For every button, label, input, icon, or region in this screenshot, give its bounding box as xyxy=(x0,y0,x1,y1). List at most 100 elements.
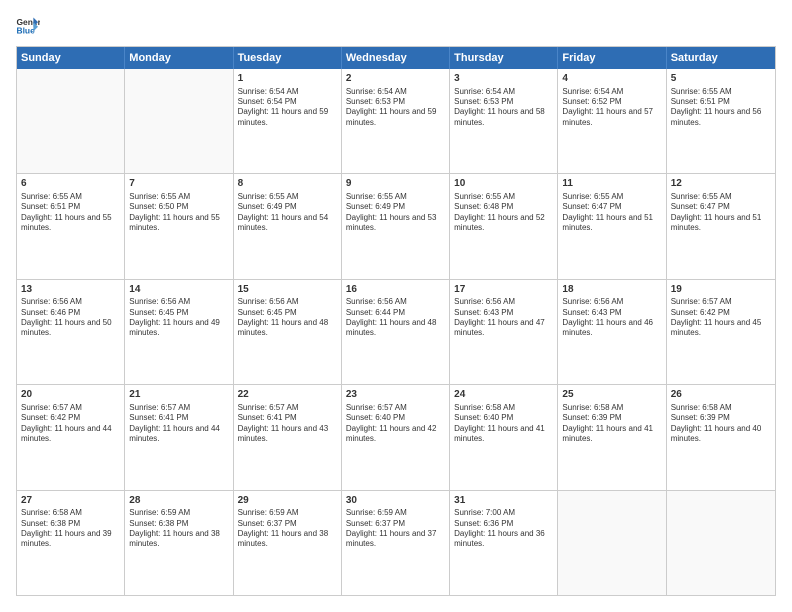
day-number: 29 xyxy=(238,494,337,508)
cell-details: Sunrise: 6:55 AM Sunset: 6:51 PM Dayligh… xyxy=(671,87,771,129)
calendar-header-cell: Saturday xyxy=(667,47,775,69)
day-number: 13 xyxy=(21,283,120,297)
calendar-cell: 16Sunrise: 6:56 AM Sunset: 6:44 PM Dayli… xyxy=(342,280,450,384)
day-number: 25 xyxy=(562,388,661,402)
calendar-cell: 8Sunrise: 6:55 AM Sunset: 6:49 PM Daylig… xyxy=(234,174,342,278)
day-number: 20 xyxy=(21,388,120,402)
calendar-cell: 7Sunrise: 6:55 AM Sunset: 6:50 PM Daylig… xyxy=(125,174,233,278)
calendar-cell: 22Sunrise: 6:57 AM Sunset: 6:41 PM Dayli… xyxy=(234,385,342,489)
calendar-header-cell: Wednesday xyxy=(342,47,450,69)
cell-details: Sunrise: 6:56 AM Sunset: 6:43 PM Dayligh… xyxy=(454,297,553,339)
day-number: 11 xyxy=(562,177,661,191)
logo-icon: General Blue xyxy=(16,16,40,36)
cell-details: Sunrise: 6:57 AM Sunset: 6:41 PM Dayligh… xyxy=(238,403,337,445)
calendar-cell: 29Sunrise: 6:59 AM Sunset: 6:37 PM Dayli… xyxy=(234,491,342,595)
calendar-cell: 17Sunrise: 6:56 AM Sunset: 6:43 PM Dayli… xyxy=(450,280,558,384)
calendar-row: 6Sunrise: 6:55 AM Sunset: 6:51 PM Daylig… xyxy=(17,174,775,279)
calendar-header-cell: Monday xyxy=(125,47,233,69)
day-number: 15 xyxy=(238,283,337,297)
calendar-cell: 30Sunrise: 6:59 AM Sunset: 6:37 PM Dayli… xyxy=(342,491,450,595)
cell-details: Sunrise: 7:00 AM Sunset: 6:36 PM Dayligh… xyxy=(454,508,553,550)
cell-details: Sunrise: 6:57 AM Sunset: 6:40 PM Dayligh… xyxy=(346,403,445,445)
calendar-cell: 24Sunrise: 6:58 AM Sunset: 6:40 PM Dayli… xyxy=(450,385,558,489)
svg-text:Blue: Blue xyxy=(16,26,35,36)
calendar-row: 20Sunrise: 6:57 AM Sunset: 6:42 PM Dayli… xyxy=(17,385,775,490)
calendar-cell: 23Sunrise: 6:57 AM Sunset: 6:40 PM Dayli… xyxy=(342,385,450,489)
calendar-cell: 19Sunrise: 6:57 AM Sunset: 6:42 PM Dayli… xyxy=(667,280,775,384)
day-number: 16 xyxy=(346,283,445,297)
day-number: 8 xyxy=(238,177,337,191)
day-number: 18 xyxy=(562,283,661,297)
calendar: SundayMondayTuesdayWednesdayThursdayFrid… xyxy=(16,46,776,596)
day-number: 22 xyxy=(238,388,337,402)
calendar-cell: 4Sunrise: 6:54 AM Sunset: 6:52 PM Daylig… xyxy=(558,69,666,173)
calendar-cell: 2Sunrise: 6:54 AM Sunset: 6:53 PM Daylig… xyxy=(342,69,450,173)
cell-details: Sunrise: 6:56 AM Sunset: 6:44 PM Dayligh… xyxy=(346,297,445,339)
day-number: 14 xyxy=(129,283,228,297)
cell-details: Sunrise: 6:55 AM Sunset: 6:47 PM Dayligh… xyxy=(671,192,771,234)
calendar-row: 13Sunrise: 6:56 AM Sunset: 6:46 PM Dayli… xyxy=(17,280,775,385)
calendar-cell xyxy=(558,491,666,595)
calendar-cell: 5Sunrise: 6:55 AM Sunset: 6:51 PM Daylig… xyxy=(667,69,775,173)
cell-details: Sunrise: 6:57 AM Sunset: 6:41 PM Dayligh… xyxy=(129,403,228,445)
calendar-cell: 28Sunrise: 6:59 AM Sunset: 6:38 PM Dayli… xyxy=(125,491,233,595)
calendar-cell xyxy=(125,69,233,173)
day-number: 4 xyxy=(562,72,661,86)
calendar-cell: 18Sunrise: 6:56 AM Sunset: 6:43 PM Dayli… xyxy=(558,280,666,384)
cell-details: Sunrise: 6:55 AM Sunset: 6:49 PM Dayligh… xyxy=(346,192,445,234)
day-number: 7 xyxy=(129,177,228,191)
day-number: 23 xyxy=(346,388,445,402)
day-number: 19 xyxy=(671,283,771,297)
cell-details: Sunrise: 6:55 AM Sunset: 6:48 PM Dayligh… xyxy=(454,192,553,234)
day-number: 2 xyxy=(346,72,445,86)
calendar-cell: 3Sunrise: 6:54 AM Sunset: 6:53 PM Daylig… xyxy=(450,69,558,173)
cell-details: Sunrise: 6:54 AM Sunset: 6:53 PM Dayligh… xyxy=(454,87,553,129)
calendar-cell: 21Sunrise: 6:57 AM Sunset: 6:41 PM Dayli… xyxy=(125,385,233,489)
calendar-cell: 12Sunrise: 6:55 AM Sunset: 6:47 PM Dayli… xyxy=(667,174,775,278)
calendar-cell: 25Sunrise: 6:58 AM Sunset: 6:39 PM Dayli… xyxy=(558,385,666,489)
day-number: 5 xyxy=(671,72,771,86)
calendar-cell: 14Sunrise: 6:56 AM Sunset: 6:45 PM Dayli… xyxy=(125,280,233,384)
calendar-header-cell: Thursday xyxy=(450,47,558,69)
calendar-header-cell: Sunday xyxy=(17,47,125,69)
calendar-cell: 11Sunrise: 6:55 AM Sunset: 6:47 PM Dayli… xyxy=(558,174,666,278)
day-number: 27 xyxy=(21,494,120,508)
calendar-cell: 1Sunrise: 6:54 AM Sunset: 6:54 PM Daylig… xyxy=(234,69,342,173)
cell-details: Sunrise: 6:57 AM Sunset: 6:42 PM Dayligh… xyxy=(671,297,771,339)
page-header: General Blue xyxy=(16,16,776,36)
calendar-cell: 10Sunrise: 6:55 AM Sunset: 6:48 PM Dayli… xyxy=(450,174,558,278)
cell-details: Sunrise: 6:58 AM Sunset: 6:39 PM Dayligh… xyxy=(671,403,771,445)
calendar-body: 1Sunrise: 6:54 AM Sunset: 6:54 PM Daylig… xyxy=(17,69,775,595)
calendar-cell: 26Sunrise: 6:58 AM Sunset: 6:39 PM Dayli… xyxy=(667,385,775,489)
day-number: 10 xyxy=(454,177,553,191)
calendar-cell: 31Sunrise: 7:00 AM Sunset: 6:36 PM Dayli… xyxy=(450,491,558,595)
cell-details: Sunrise: 6:58 AM Sunset: 6:39 PM Dayligh… xyxy=(562,403,661,445)
cell-details: Sunrise: 6:54 AM Sunset: 6:54 PM Dayligh… xyxy=(238,87,337,129)
calendar-cell: 27Sunrise: 6:58 AM Sunset: 6:38 PM Dayli… xyxy=(17,491,125,595)
day-number: 30 xyxy=(346,494,445,508)
calendar-cell xyxy=(667,491,775,595)
cell-details: Sunrise: 6:55 AM Sunset: 6:47 PM Dayligh… xyxy=(562,192,661,234)
calendar-cell: 13Sunrise: 6:56 AM Sunset: 6:46 PM Dayli… xyxy=(17,280,125,384)
day-number: 24 xyxy=(454,388,553,402)
cell-details: Sunrise: 6:55 AM Sunset: 6:50 PM Dayligh… xyxy=(129,192,228,234)
cell-details: Sunrise: 6:58 AM Sunset: 6:40 PM Dayligh… xyxy=(454,403,553,445)
day-number: 1 xyxy=(238,72,337,86)
day-number: 28 xyxy=(129,494,228,508)
day-number: 17 xyxy=(454,283,553,297)
cell-details: Sunrise: 6:58 AM Sunset: 6:38 PM Dayligh… xyxy=(21,508,120,550)
day-number: 9 xyxy=(346,177,445,191)
calendar-row: 1Sunrise: 6:54 AM Sunset: 6:54 PM Daylig… xyxy=(17,69,775,174)
calendar-header-cell: Tuesday xyxy=(234,47,342,69)
cell-details: Sunrise: 6:59 AM Sunset: 6:37 PM Dayligh… xyxy=(346,508,445,550)
cell-details: Sunrise: 6:59 AM Sunset: 6:38 PM Dayligh… xyxy=(129,508,228,550)
cell-details: Sunrise: 6:56 AM Sunset: 6:45 PM Dayligh… xyxy=(129,297,228,339)
cell-details: Sunrise: 6:56 AM Sunset: 6:43 PM Dayligh… xyxy=(562,297,661,339)
calendar-cell: 15Sunrise: 6:56 AM Sunset: 6:45 PM Dayli… xyxy=(234,280,342,384)
day-number: 26 xyxy=(671,388,771,402)
day-number: 3 xyxy=(454,72,553,86)
cell-details: Sunrise: 6:56 AM Sunset: 6:46 PM Dayligh… xyxy=(21,297,120,339)
calendar-header: SundayMondayTuesdayWednesdayThursdayFrid… xyxy=(17,47,775,69)
day-number: 6 xyxy=(21,177,120,191)
cell-details: Sunrise: 6:55 AM Sunset: 6:49 PM Dayligh… xyxy=(238,192,337,234)
